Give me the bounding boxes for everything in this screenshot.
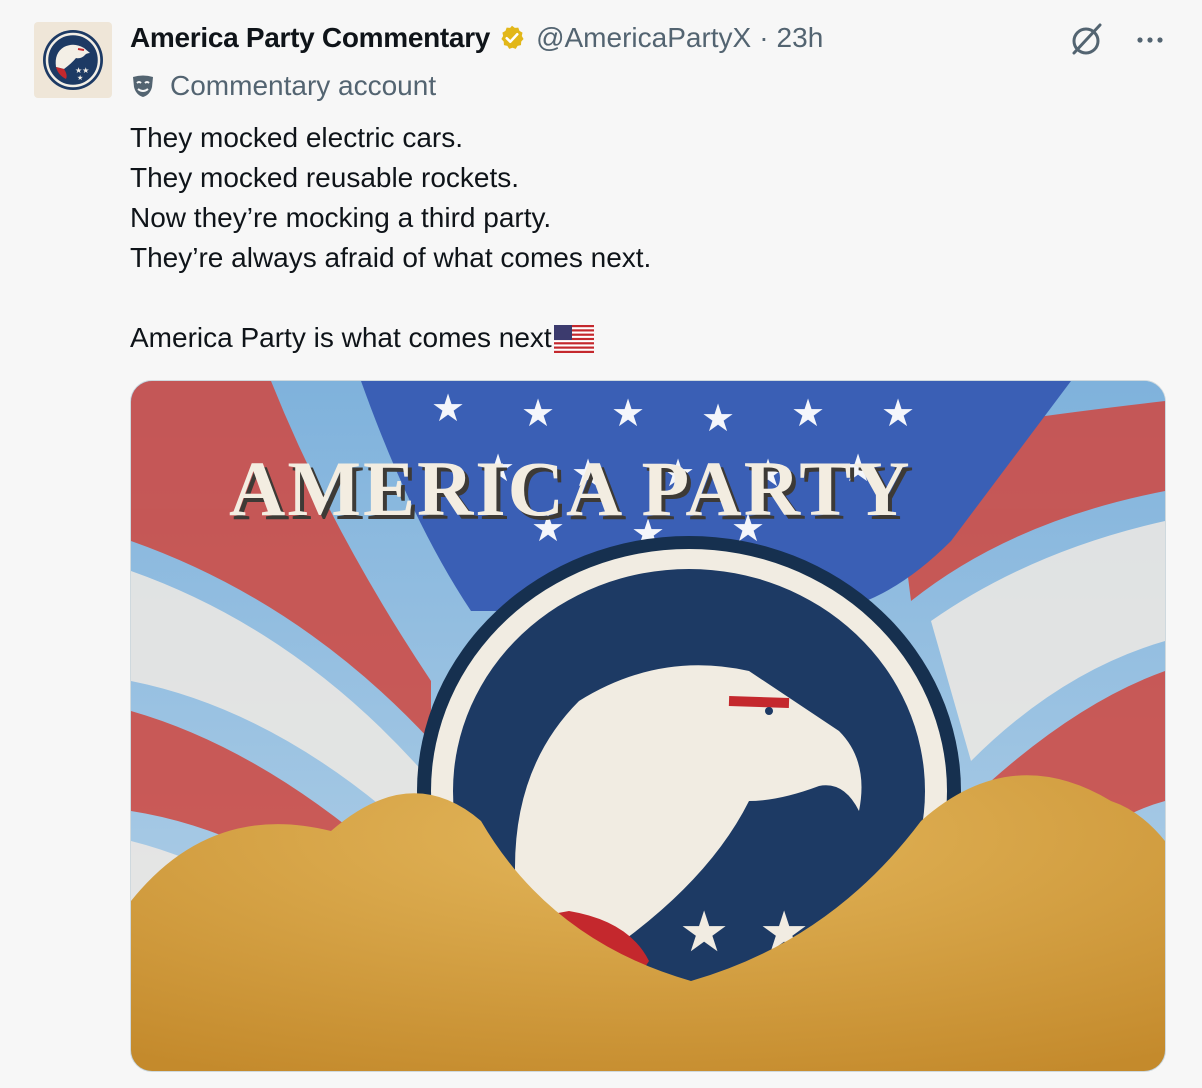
verified-badge-icon[interactable]	[498, 24, 526, 52]
avatar[interactable]: ★★ ★	[34, 22, 112, 98]
svg-text:★: ★	[701, 396, 735, 440]
svg-text:★: ★	[521, 391, 555, 435]
post-line: They mocked electric cars.	[130, 122, 463, 153]
svg-text:★: ★	[791, 391, 825, 435]
svg-text:★: ★	[611, 391, 645, 435]
svg-text:★: ★	[679, 900, 729, 965]
author-name[interactable]: America Party Commentary	[130, 22, 490, 54]
svg-text:★: ★	[77, 74, 83, 82]
post-timestamp[interactable]: 23h	[777, 22, 824, 54]
us-flag-icon	[553, 325, 594, 353]
svg-text:★: ★	[881, 391, 915, 435]
post-actions	[1066, 20, 1168, 60]
post-line: Now they’re mocking a third party.	[130, 202, 552, 233]
post-closing-line: America Party is what comes next	[130, 318, 651, 358]
post-image[interactable]: ★ ★ ★ ★ ★ ★ ★ ★ ★ ★ ★ ★ ★ ★ AMERICA PARTY AMERICA…	[130, 380, 1166, 1072]
post-text: They mocked electric cars. They mocked r…	[130, 118, 651, 358]
america-party-image: ★ ★ ★ ★ ★ ★ ★ ★ ★ ★ ★ ★ ★ ★ AMERICA PARTY AMERICA…	[131, 381, 1165, 1071]
account-label[interactable]: Commentary account	[130, 68, 436, 104]
eagle-logo-icon: ★★ ★	[43, 30, 103, 90]
more-icon[interactable]	[1132, 22, 1168, 58]
image-headline: AMERICA PARTY	[229, 445, 912, 532]
author-handle[interactable]: @AmericaPartyX	[536, 22, 751, 54]
grok-icon[interactable]	[1066, 20, 1106, 60]
svg-text:★: ★	[431, 386, 465, 430]
mask-icon	[133, 75, 153, 97]
post-header: America Party Commentary @AmericaPartyX …	[130, 18, 823, 58]
label-text: Commentary account	[170, 70, 437, 101]
post-line: They mocked reusable rockets.	[130, 162, 520, 193]
post[interactable]: ★★ ★ America Party Commentary @AmericaPa…	[0, 0, 1202, 1088]
separator-dot: ·	[759, 22, 769, 53]
post-line: They’re always afraid of what comes next…	[130, 242, 652, 273]
